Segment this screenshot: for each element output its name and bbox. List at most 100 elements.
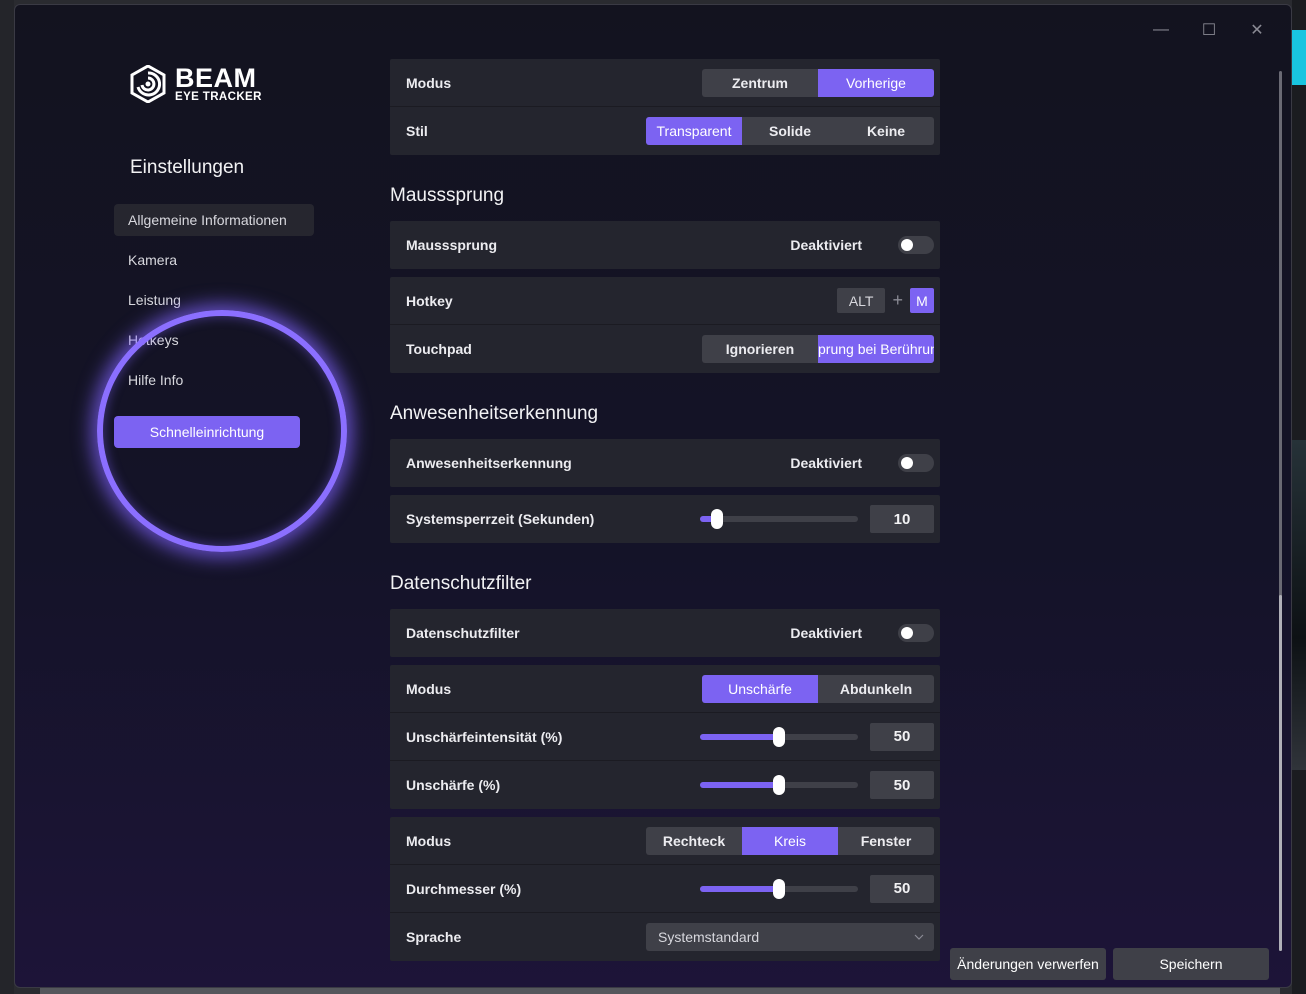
sidebar-item-performance[interactable]: Leistung xyxy=(114,284,314,316)
diameter-control: 50 xyxy=(700,874,934,903)
maximize-button[interactable]: ☐ xyxy=(1185,19,1233,41)
lock-time-slider[interactable] xyxy=(700,509,858,529)
presence-state: Deaktiviert xyxy=(790,455,862,471)
privacy-modus-option-darken[interactable]: Abdunkeln xyxy=(818,675,934,703)
window-controls: — ☐ ✕ xyxy=(1137,19,1281,41)
shape-option-fenster[interactable]: Fenster xyxy=(838,827,934,855)
blur-intensity-label: Unschärfeintensität (%) xyxy=(406,728,563,745)
privacy-toggle-card: Datenschutzfilter Deaktiviert xyxy=(390,609,940,657)
section-title-privacy: Datenschutzfilter xyxy=(390,573,532,594)
stil-option-keine[interactable]: Keine xyxy=(838,117,934,145)
touchpad-row: Touchpad Ignorieren prung bei Berührun xyxy=(390,325,940,373)
privacy-modus-label: Modus xyxy=(406,680,452,697)
sidebar-title: Einstellungen xyxy=(130,157,245,178)
mausssprung-label: Mausssprung xyxy=(406,237,498,253)
presence-label: Anwesenheitserkennung xyxy=(406,455,572,471)
blur-value[interactable]: 50 xyxy=(870,771,934,799)
lock-time-value[interactable]: 10 xyxy=(870,505,934,533)
hotkey-key-m[interactable]: M xyxy=(910,288,934,313)
lock-time-label: Systemsperrzeit (Sekunden) xyxy=(406,511,595,527)
diameter-value[interactable]: 50 xyxy=(870,874,934,903)
scrollbar-thumb[interactable] xyxy=(1279,595,1282,951)
quick-setup-button[interactable]: Schnelleinrichtung xyxy=(114,416,300,448)
stil-row: Stil Transparent Solide Keine xyxy=(390,107,940,155)
hotkey-label: Hotkey xyxy=(406,292,453,309)
section-title-mausssprung: Mausssprung xyxy=(390,185,505,206)
diameter-slider-thumb[interactable] xyxy=(773,878,785,899)
modus-label: Modus xyxy=(406,74,452,91)
privacy-state: Deaktiviert xyxy=(790,625,862,641)
sidebar-item-help-info[interactable]: Hilfe Info xyxy=(114,364,314,396)
sidebar-item-hotkeys[interactable]: Hotkeys xyxy=(114,324,314,356)
settings-window: — ☐ ✕ BEAM EYE TRACKER Einstellungen All… xyxy=(14,4,1292,988)
touchpad-label: Touchpad xyxy=(406,341,472,357)
background-desktop-left xyxy=(0,0,14,994)
shape-option-kreis[interactable]: Kreis xyxy=(742,826,838,855)
privacy-toggle[interactable] xyxy=(898,624,934,642)
mausssprung-options-card: Hotkey ALT + M Touchpad Ignorieren prung… xyxy=(390,277,940,373)
save-button[interactable]: Speichern xyxy=(1113,948,1269,980)
blur-slider[interactable] xyxy=(700,775,858,795)
lock-time-card: Systemsperrzeit (Sekunden) 10 xyxy=(390,495,940,543)
diameter-row: Durchmesser (%) 50 xyxy=(390,865,940,913)
language-value: Systemstandard xyxy=(658,929,760,945)
close-button[interactable]: ✕ xyxy=(1233,19,1281,41)
privacy-row: Datenschutzfilter Deaktiviert xyxy=(390,609,940,657)
shape-modus-segmented: Rechteck Kreis Fenster xyxy=(646,826,934,855)
blur-row: Unschärfe (%) 50 xyxy=(390,761,940,809)
stil-segmented: Transparent Solide Keine xyxy=(646,117,934,145)
modus-option-vorherige[interactable]: Vorherige xyxy=(818,68,934,97)
presence-toggle[interactable] xyxy=(898,454,934,472)
blur-intensity-value[interactable]: 50 xyxy=(870,722,934,751)
diameter-slider-fill xyxy=(700,885,779,892)
sidebar-item-camera[interactable]: Kamera xyxy=(114,244,314,276)
mausssprung-state: Deaktiviert xyxy=(790,237,862,253)
presence-row: Anwesenheitserkennung Deaktiviert xyxy=(390,439,940,487)
blur-control: 50 xyxy=(700,771,934,799)
privacy-toggle-wrap: Deaktiviert xyxy=(790,624,934,642)
stil-option-solide[interactable]: Solide xyxy=(742,117,838,145)
language-select[interactable]: Systemstandard xyxy=(646,923,934,951)
blur-slider-thumb[interactable] xyxy=(773,775,785,795)
modus-option-zentrum[interactable]: Zentrum xyxy=(702,69,818,97)
beam-logo: BEAM EYE TRACKER xyxy=(129,65,262,103)
privacy-modus-row: Modus Unschärfe Abdunkeln xyxy=(390,665,940,713)
background-desktop-bottom xyxy=(40,988,1280,994)
privacy-modus-segmented: Unschärfe Abdunkeln xyxy=(702,674,934,703)
plus-icon: + xyxy=(892,290,903,310)
logo-sub-text: EYE TRACKER xyxy=(175,91,262,103)
language-label: Sprache xyxy=(406,929,462,945)
background-strip-image xyxy=(1292,440,1306,770)
sidebar-item-general-info[interactable]: Allgemeine Informationen xyxy=(114,204,314,236)
settings-content: Modus Zentrum Vorherige Stil Transparent… xyxy=(390,59,940,961)
touchpad-option-jump-on-touch[interactable]: prung bei Berührun xyxy=(818,335,934,363)
minimize-button[interactable]: — xyxy=(1137,19,1185,41)
discard-changes-button[interactable]: Änderungen verwerfen xyxy=(950,948,1106,980)
blur-intensity-slider-thumb[interactable] xyxy=(773,726,785,747)
mausssprung-toggle[interactable] xyxy=(898,236,934,254)
sidebar-nav: Allgemeine Informationen Kamera Leistung… xyxy=(114,204,314,404)
lock-time-slider-thumb[interactable] xyxy=(711,509,724,529)
stil-option-transparent[interactable]: Transparent xyxy=(646,117,742,145)
lock-time-control: 10 xyxy=(700,505,934,533)
privacy-blur-card: Modus Unschärfe Abdunkeln Unschärfeinten… xyxy=(390,665,940,809)
diameter-label: Durchmesser (%) xyxy=(406,880,522,897)
shape-option-rechteck[interactable]: Rechteck xyxy=(646,827,742,855)
hotkey-key-alt[interactable]: ALT xyxy=(836,288,886,313)
blur-label: Unschärfe (%) xyxy=(406,777,501,793)
touchpad-segmented: Ignorieren prung bei Berührun xyxy=(702,335,934,363)
blur-intensity-slider[interactable] xyxy=(700,726,858,747)
touchpad-option-ignorieren[interactable]: Ignorieren xyxy=(702,335,818,363)
language-row: Sprache Systemstandard xyxy=(390,913,940,961)
hotkey-row: Hotkey ALT + M xyxy=(390,277,940,325)
stil-label: Stil xyxy=(406,123,428,139)
privacy-shape-card: Modus Rechteck Kreis Fenster Durchmesser… xyxy=(390,817,940,961)
blur-intensity-slider-fill xyxy=(700,733,779,740)
privacy-modus-option-blur[interactable]: Unschärfe xyxy=(702,674,818,703)
section-title-presence: Anwesenheitserkennung xyxy=(390,403,599,424)
diameter-slider[interactable] xyxy=(700,878,858,899)
modus-row: Modus Zentrum Vorherige xyxy=(390,59,940,107)
beam-logo-icon xyxy=(130,65,166,103)
mausssprung-toggle-card: Mausssprung Deaktiviert xyxy=(390,221,940,269)
presence-toggle-card: Anwesenheitserkennung Deaktiviert xyxy=(390,439,940,487)
